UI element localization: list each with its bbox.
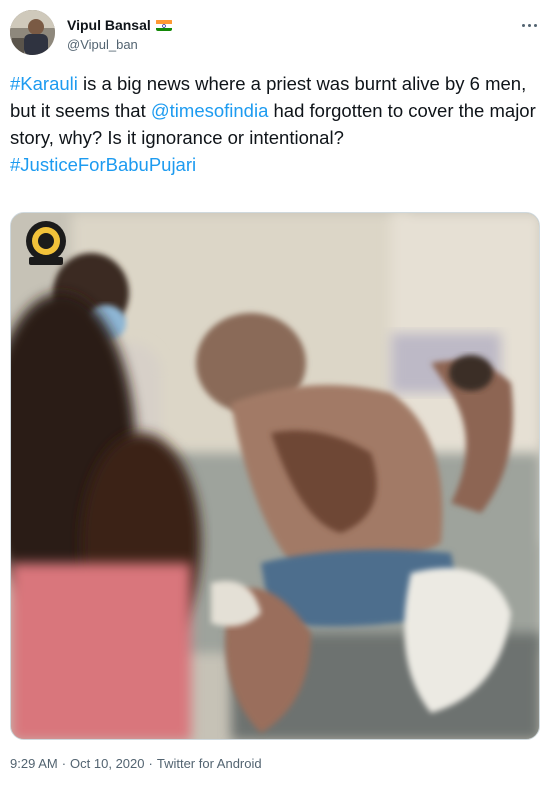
meta-separator: ·: [61, 756, 67, 771]
more-dot: [527, 23, 531, 27]
mention-timesofindia[interactable]: @timesofindia: [151, 100, 269, 121]
hashtag-justiceforbabupujari[interactable]: #JusticeForBabuPujari: [10, 154, 196, 175]
avatar[interactable]: [10, 10, 55, 55]
tweet-media-video[interactable]: [10, 212, 540, 740]
more-dot: [521, 23, 525, 27]
more-options-icon[interactable]: [517, 16, 541, 34]
author-handle[interactable]: @Vipul_ban: [67, 37, 172, 52]
tweet-header: Vipul Bansal @Vipul_ban: [10, 10, 547, 58]
india-flag-icon: [155, 19, 172, 31]
tweet-card: Vipul Bansal @Vipul_ban #Karauli is a bi…: [0, 0, 557, 785]
meta-separator: ·: [148, 756, 153, 771]
author-block: Vipul Bansal @Vipul_ban: [67, 16, 172, 52]
video-frame: [11, 213, 539, 739]
tweet-text: #Karauli is a big news where a priest wa…: [10, 70, 545, 178]
tweet-time[interactable]: 9:29 AM: [10, 756, 58, 771]
display-name[interactable]: Vipul Bansal: [67, 17, 151, 33]
tweet-meta: 9:29 AM · Oct 10, 2020 · Twitter for And…: [10, 756, 262, 771]
hashtag-karauli[interactable]: #Karauli: [10, 73, 78, 94]
channel-logo-icon: [26, 221, 66, 265]
tweet-date[interactable]: Oct 10, 2020: [70, 756, 144, 771]
more-dot: [533, 23, 537, 27]
tweet-source[interactable]: Twitter for Android: [157, 756, 262, 771]
display-name-row: Vipul Bansal: [67, 16, 172, 34]
